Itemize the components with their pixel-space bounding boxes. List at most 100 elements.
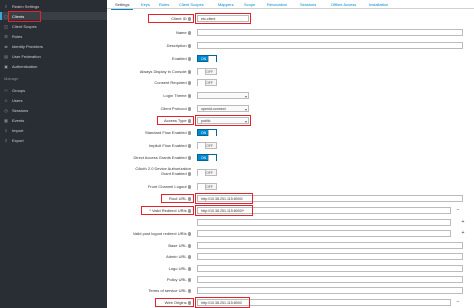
always-display-toggle[interactable]: OFF: [197, 68, 217, 75]
user-icon: ☺: [3, 97, 9, 103]
sidebar-item-users[interactable]: ☺ Users: [0, 96, 107, 104]
add-post-logout-uri-button[interactable]: +: [460, 230, 466, 237]
sidebar-item-sessions[interactable]: ◷ Sessions: [0, 106, 107, 114]
redirect-uris-input-highlight: [195, 205, 253, 216]
tab-installation[interactable]: Installation: [369, 2, 388, 7]
help-icon[interactable]: [187, 289, 191, 293]
base-url-label: Base URL: [168, 243, 191, 248]
sidebar-item-authentication[interactable]: ▣ Authentication: [0, 62, 107, 70]
name-input[interactable]: [197, 29, 463, 36]
login-theme-label: Login Theme: [163, 93, 191, 98]
clients-highlight-box: [8, 11, 41, 22]
help-icon[interactable]: [187, 44, 191, 48]
sliders-icon: ≡: [4, 3, 8, 9]
sidebar-item-user-federation[interactable]: ▤ User Federation: [0, 52, 107, 60]
help-icon[interactable]: [187, 267, 191, 271]
post-logout-input[interactable]: [197, 230, 451, 237]
front-channel-toggle[interactable]: OFF: [197, 183, 217, 190]
root-url-input-highlight: [195, 193, 253, 204]
post-logout-label: Valid post logout redirect URIs: [133, 231, 191, 236]
tab-scope[interactable]: Scope: [244, 2, 255, 7]
sidebar-item-groups[interactable]: ⚇ Groups: [0, 86, 107, 94]
sidebar-item-realm-settings[interactable]: ≡ Realm Settings: [0, 2, 107, 10]
tos-url-input[interactable]: [197, 287, 463, 294]
database-icon: ▤: [4, 53, 8, 59]
web-origins-label-highlight: [155, 298, 194, 307]
oauth-device-toggle[interactable]: OFF: [197, 169, 217, 176]
base-url-input[interactable]: [197, 242, 463, 249]
front-channel-label: Front Channel Logout: [148, 184, 191, 189]
implicit-flow-toggle[interactable]: OFF: [197, 142, 217, 149]
root-url-label-highlight: [161, 194, 194, 203]
sidebar-item-events[interactable]: ▦ Events: [0, 116, 107, 124]
help-icon[interactable]: [187, 31, 191, 35]
remove-redirect-uri-button[interactable]: −: [455, 207, 461, 214]
sidebar-section-manage: Manage: [4, 76, 19, 81]
sidebar: ≡ Realm Settings ◻ Clients ◫ Client Scopes …: [0, 0, 107, 308]
help-icon[interactable]: [187, 144, 191, 148]
client-tabs: Settings Keys Roles Client Scopes Mapper…: [107, 0, 474, 10]
lock-icon: ▣: [4, 63, 8, 69]
add-redirect-uri-button[interactable]: +: [460, 219, 466, 226]
description-input[interactable]: [197, 42, 463, 49]
client-id-label-highlight: [148, 14, 194, 23]
help-icon[interactable]: [187, 156, 191, 160]
name-label: Name: [176, 30, 191, 35]
tab-sessions[interactable]: Sessions: [300, 2, 316, 7]
tab-mappers[interactable]: Mappers: [218, 2, 234, 7]
admin-url-input[interactable]: [197, 253, 463, 260]
sidebar-item-identity-providers[interactable]: ⇄ Identity Providers: [0, 42, 107, 50]
oauth-device-label: OAuth 2.0 Device Authorization Grant Ena…: [135, 166, 191, 176]
client-protocol-label: Client Protocol: [161, 106, 191, 111]
always-display-label: Always Display in Console: [140, 69, 191, 74]
help-icon[interactable]: [187, 57, 191, 61]
help-icon[interactable]: [187, 244, 191, 248]
enabled-toggle[interactable]: ON: [197, 55, 217, 62]
description-label: Description: [167, 43, 191, 48]
tab-roles[interactable]: Roles: [159, 2, 169, 7]
implicit-flow-label: Implicit Flow Enabled: [149, 143, 191, 148]
consent-required-toggle[interactable]: OFF: [197, 79, 217, 86]
help-icon[interactable]: [187, 81, 191, 85]
calendar-icon: ▦: [4, 117, 8, 123]
sidebar-item-import[interactable]: ⇩ Import: [0, 126, 107, 134]
login-theme-select[interactable]: [197, 92, 249, 99]
help-icon[interactable]: [187, 107, 191, 111]
help-icon[interactable]: [187, 185, 191, 189]
tab-client-scopes[interactable]: Client Scopes: [179, 2, 204, 7]
help-icon[interactable]: [187, 131, 191, 135]
tos-url-label: Terms of service URL: [148, 288, 191, 293]
import-icon: ⇩: [4, 127, 8, 133]
standard-flow-label: Standard Flow Enabled: [145, 130, 191, 135]
direct-access-toggle[interactable]: ON: [197, 154, 217, 161]
help-icon[interactable]: [187, 94, 191, 98]
sidebar-item-roles[interactable]: ☰ Roles: [0, 32, 107, 40]
policy-url-label: Policy URL: [167, 277, 191, 282]
standard-flow-toggle[interactable]: ON: [197, 129, 217, 136]
redirect-uris-label-highlight: [141, 206, 194, 215]
help-icon[interactable]: [187, 172, 191, 176]
tab-settings[interactable]: Settings: [110, 2, 135, 10]
help-icon[interactable]: [187, 70, 191, 74]
clock-icon: ◷: [4, 107, 8, 113]
direct-access-label: Direct Access Grants Enabled: [133, 155, 191, 160]
enabled-label: Enabled: [172, 56, 191, 61]
help-icon[interactable]: [187, 232, 191, 236]
exchange-icon: ⇄: [4, 43, 8, 49]
tab-revocation[interactable]: Revocation: [267, 2, 287, 7]
help-icon[interactable]: [187, 255, 191, 259]
sidebar-item-export[interactable]: ⇧ Export: [0, 136, 107, 144]
policy-url-input[interactable]: [197, 276, 463, 283]
tab-offline-access[interactable]: Offline Access: [331, 2, 356, 7]
remove-web-origin-button[interactable]: −: [455, 299, 461, 306]
client-protocol-select[interactable]: openid-connect: [197, 105, 249, 112]
access-type-label-highlight: [157, 116, 194, 125]
logo-url-input[interactable]: [197, 265, 463, 272]
redirect-uris-new-input[interactable]: [197, 219, 451, 226]
sidebar-item-client-scopes[interactable]: ◫ Client Scopes: [0, 22, 107, 30]
tab-keys[interactable]: Keys: [141, 2, 150, 7]
logo-url-label: Logo URL: [169, 266, 191, 271]
access-type-select-highlight: [195, 115, 251, 126]
export-icon: ⇧: [4, 137, 8, 143]
help-icon[interactable]: [187, 278, 191, 282]
